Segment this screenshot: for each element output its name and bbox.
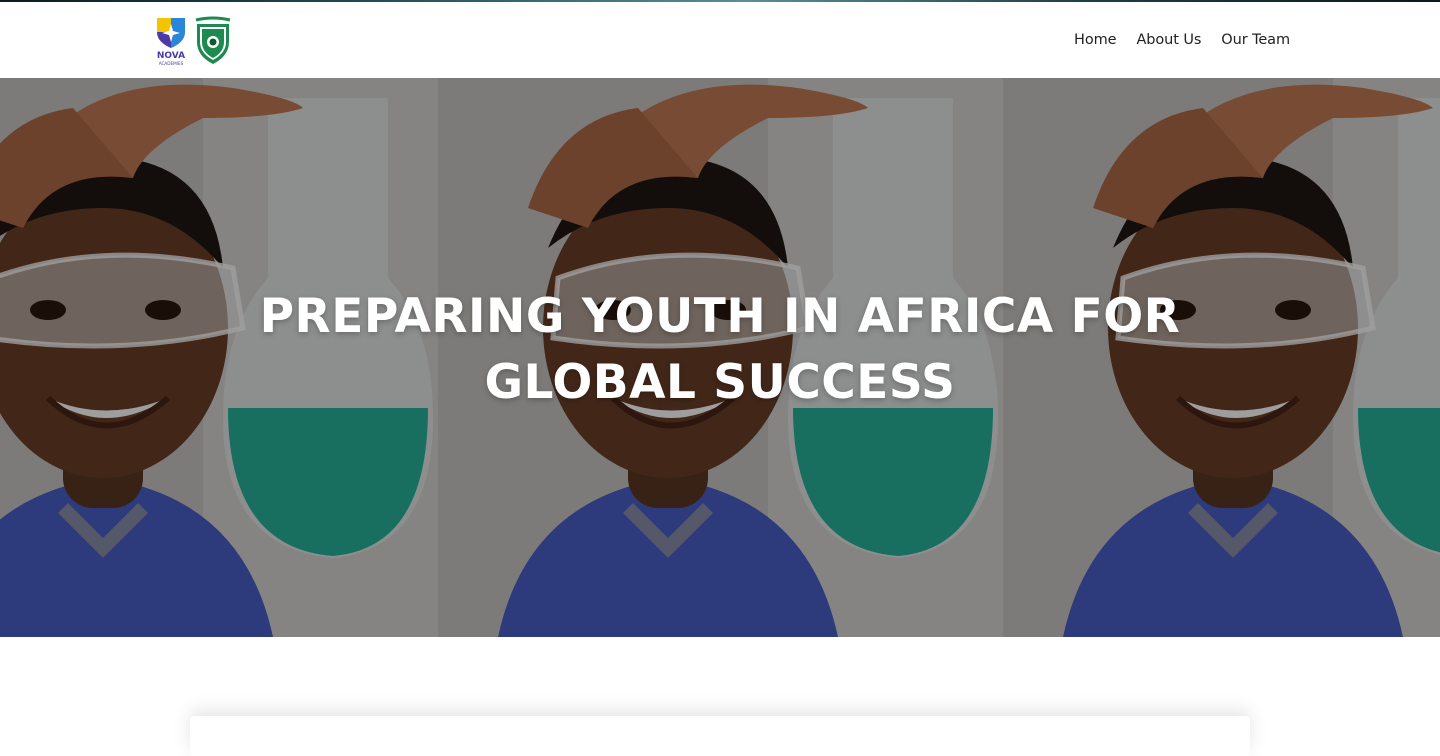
hero-title-line-2: GLOBAL SUCCESS [484,355,956,410]
logo-primary-subtext: ACADEMIES [159,61,184,66]
nova-academies-logo-icon: NOVA ACADEMIES [157,18,185,66]
hero-title: PREPARING YOUTH IN AFRICA FOR GLOBAL SUC… [0,284,1440,416]
nav-item-our-team[interactable]: Our Team [1221,32,1290,48]
nav-item-home[interactable]: Home [1074,32,1117,48]
nav-item-about-us[interactable]: About Us [1136,32,1201,48]
shield-crest-icon [195,16,231,64]
main-nav: Home About Us Our Team [1074,32,1290,48]
logo-primary-text: NOVA [157,51,185,61]
hero-title-line-1: PREPARING YOUTH IN AFRICA FOR [259,289,1181,344]
hero-banner: PREPARING YOUTH IN AFRICA FOR GLOBAL SUC… [0,78,1440,637]
content-card-edge [190,716,1250,756]
site-logo[interactable]: NOVA ACADEMIES [155,16,233,68]
site-header: NOVA ACADEMIES Home About Us Our Team [0,2,1440,78]
